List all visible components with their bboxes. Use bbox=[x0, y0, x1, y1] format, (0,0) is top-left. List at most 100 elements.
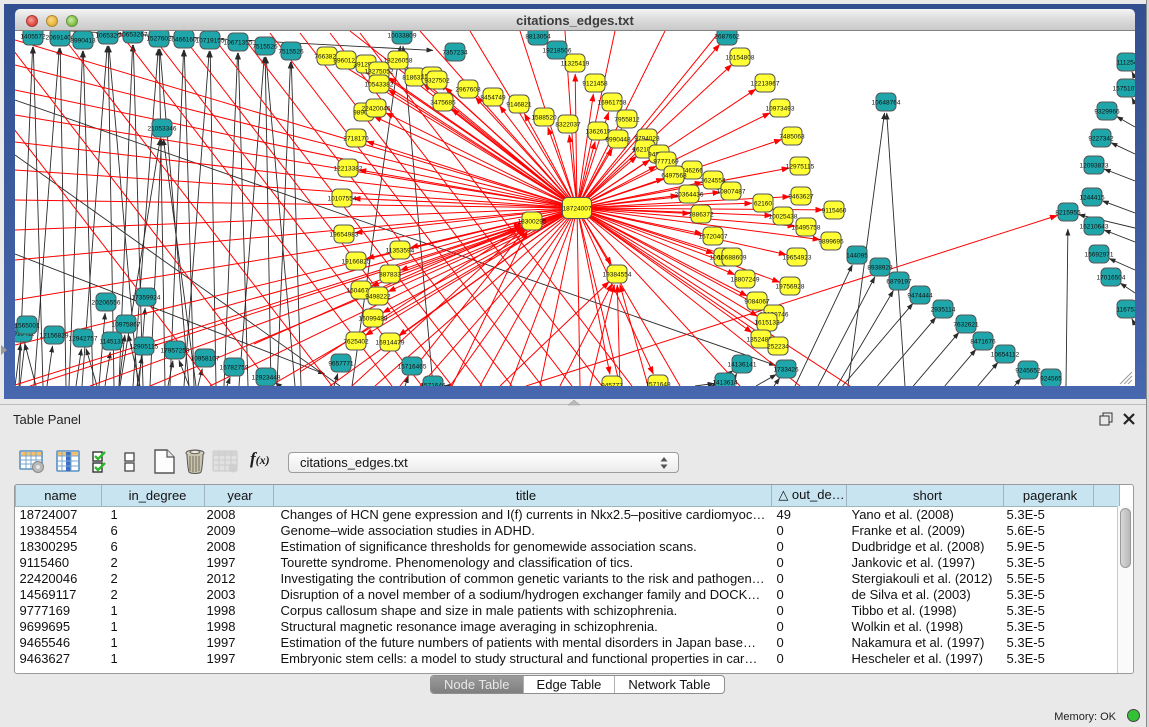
svg-text:19756928: 19756928 bbox=[776, 284, 805, 291]
svg-text:12975115: 12975115 bbox=[786, 164, 815, 171]
svg-text:10958107: 10958107 bbox=[191, 356, 220, 363]
svg-text:9657771: 9657771 bbox=[328, 361, 354, 368]
svg-text:10719155: 10719155 bbox=[196, 38, 225, 45]
svg-text:11325419: 11325419 bbox=[561, 61, 590, 68]
svg-text:10973493: 10973493 bbox=[766, 106, 795, 113]
svg-text:12213382: 12213382 bbox=[334, 166, 363, 173]
svg-text:15692971: 15692971 bbox=[1085, 252, 1114, 259]
svg-text:111254: 111254 bbox=[1117, 60, 1135, 67]
svg-text:10975867: 10975867 bbox=[112, 322, 141, 329]
svg-text:1244415: 1244415 bbox=[1079, 195, 1105, 202]
svg-text:945777: 945777 bbox=[601, 383, 623, 387]
svg-text:1588520: 1588520 bbox=[531, 115, 557, 122]
svg-text:7632621: 7632621 bbox=[953, 322, 979, 329]
svg-text:9227342: 9227342 bbox=[1088, 136, 1114, 143]
svg-text:9474444: 9474444 bbox=[907, 293, 933, 300]
svg-text:18724007: 18724007 bbox=[563, 206, 592, 213]
svg-text:12156829: 12156829 bbox=[40, 333, 69, 340]
svg-text:12093873: 12093873 bbox=[1080, 163, 1109, 170]
svg-text:1733426: 1733426 bbox=[773, 367, 799, 374]
svg-text:9121458: 9121458 bbox=[582, 81, 608, 88]
svg-text:12905115: 12905115 bbox=[130, 344, 159, 351]
svg-text:19654983: 19654983 bbox=[330, 232, 359, 239]
svg-text:6879197: 6879197 bbox=[886, 279, 912, 286]
svg-text:17359924: 17359924 bbox=[132, 295, 161, 302]
svg-text:8938928: 8938928 bbox=[867, 265, 893, 272]
svg-text:62160: 62160 bbox=[754, 201, 772, 208]
svg-text:2967608: 2967608 bbox=[455, 87, 481, 94]
svg-text:10807487: 10807487 bbox=[717, 189, 746, 196]
svg-text:16210643: 16210643 bbox=[1080, 224, 1109, 231]
svg-text:16099489: 16099489 bbox=[359, 316, 388, 323]
svg-text:8322037: 8322037 bbox=[555, 122, 581, 129]
svg-text:3475685: 3475685 bbox=[430, 100, 456, 107]
svg-text:1571646: 1571646 bbox=[420, 383, 446, 387]
svg-text:8215955: 8215955 bbox=[1055, 210, 1081, 217]
svg-text:12923448: 12923448 bbox=[252, 375, 281, 382]
svg-text:22420046: 22420046 bbox=[362, 106, 391, 113]
svg-text:2687662: 2687662 bbox=[714, 34, 740, 41]
svg-text:18807249: 18807249 bbox=[731, 277, 760, 284]
svg-text:20364436: 20364436 bbox=[675, 192, 704, 199]
svg-text:15720407: 15720407 bbox=[699, 234, 728, 241]
svg-text:144095: 144095 bbox=[846, 253, 868, 260]
svg-text:10688609: 10688609 bbox=[718, 255, 747, 262]
svg-text:9245652: 9245652 bbox=[1015, 368, 1041, 375]
svg-text:7515526: 7515526 bbox=[252, 44, 278, 51]
svg-text:10671355: 10671355 bbox=[224, 40, 253, 47]
svg-text:9146821: 9146821 bbox=[506, 102, 532, 109]
svg-text:12213967: 12213967 bbox=[751, 81, 780, 88]
svg-text:10543382: 10543382 bbox=[365, 82, 394, 89]
svg-text:13275052: 13275052 bbox=[365, 69, 394, 76]
svg-text:8990413: 8990413 bbox=[70, 38, 96, 45]
svg-text:1565001: 1565001 bbox=[15, 323, 40, 330]
svg-text:9777169: 9777169 bbox=[653, 159, 679, 166]
svg-text:19218506: 19218506 bbox=[543, 48, 572, 55]
svg-text:16961758: 16961758 bbox=[598, 100, 627, 107]
svg-text:18300295: 18300295 bbox=[518, 219, 547, 226]
svg-text:16914479: 16914479 bbox=[376, 340, 405, 347]
svg-text:1571648: 1571648 bbox=[645, 382, 671, 387]
svg-text:9115460: 9115460 bbox=[822, 208, 847, 215]
svg-text:16495758: 16495758 bbox=[792, 225, 821, 232]
svg-text:10033809: 10033809 bbox=[388, 33, 417, 40]
svg-text:116753: 116753 bbox=[1116, 307, 1135, 314]
svg-text:9899695: 9899695 bbox=[818, 239, 844, 246]
svg-text:10654112: 10654112 bbox=[991, 352, 1020, 359]
svg-text:17016504: 17016504 bbox=[1097, 275, 1126, 282]
svg-text:7886372: 7886372 bbox=[688, 212, 714, 219]
svg-text:19654923: 19654923 bbox=[783, 255, 812, 262]
svg-text:887833: 887833 bbox=[379, 272, 401, 279]
svg-text:15751074: 15751074 bbox=[1113, 86, 1135, 93]
svg-text:7625402: 7625402 bbox=[343, 339, 369, 346]
svg-text:8454749: 8454749 bbox=[480, 95, 506, 102]
svg-text:7515526: 7515526 bbox=[278, 49, 304, 56]
svg-text:6497568: 6497568 bbox=[661, 173, 687, 180]
svg-text:1527602: 1527602 bbox=[146, 36, 172, 43]
svg-text:10653267: 10653267 bbox=[119, 32, 148, 39]
svg-text:10025438: 10025438 bbox=[769, 214, 798, 221]
svg-text:21053346: 21053346 bbox=[148, 126, 177, 133]
svg-text:10107554: 10107554 bbox=[328, 196, 357, 203]
svg-text:14136141: 14136141 bbox=[728, 362, 757, 369]
svg-text:1065326: 1065326 bbox=[95, 33, 121, 40]
svg-text:2718170: 2718170 bbox=[343, 136, 369, 143]
svg-text:19384554: 19384554 bbox=[603, 272, 632, 279]
svg-text:924565: 924565 bbox=[1040, 376, 1062, 383]
svg-text:1615132: 1615132 bbox=[754, 320, 780, 327]
svg-text:1405572: 1405572 bbox=[20, 34, 46, 41]
svg-text:7955812: 7955812 bbox=[614, 117, 640, 124]
svg-text:10154808: 10154808 bbox=[726, 55, 755, 62]
svg-text:15716465: 15716465 bbox=[398, 364, 427, 371]
svg-text:8813054: 8813054 bbox=[525, 34, 551, 41]
svg-text:2935114: 2935114 bbox=[931, 307, 956, 314]
svg-text:7485063: 7485063 bbox=[779, 134, 805, 141]
svg-text:252234: 252234 bbox=[767, 344, 789, 351]
svg-text:20206556: 20206556 bbox=[92, 300, 121, 307]
svg-text:11353594: 11353594 bbox=[386, 248, 415, 255]
svg-text:19166825: 19166825 bbox=[342, 259, 371, 266]
svg-text:1362615: 1362615 bbox=[585, 129, 611, 136]
svg-text:17957253: 17957253 bbox=[161, 348, 190, 355]
svg-text:8471676: 8471676 bbox=[970, 339, 996, 346]
svg-text:9498222: 9498222 bbox=[365, 294, 391, 301]
